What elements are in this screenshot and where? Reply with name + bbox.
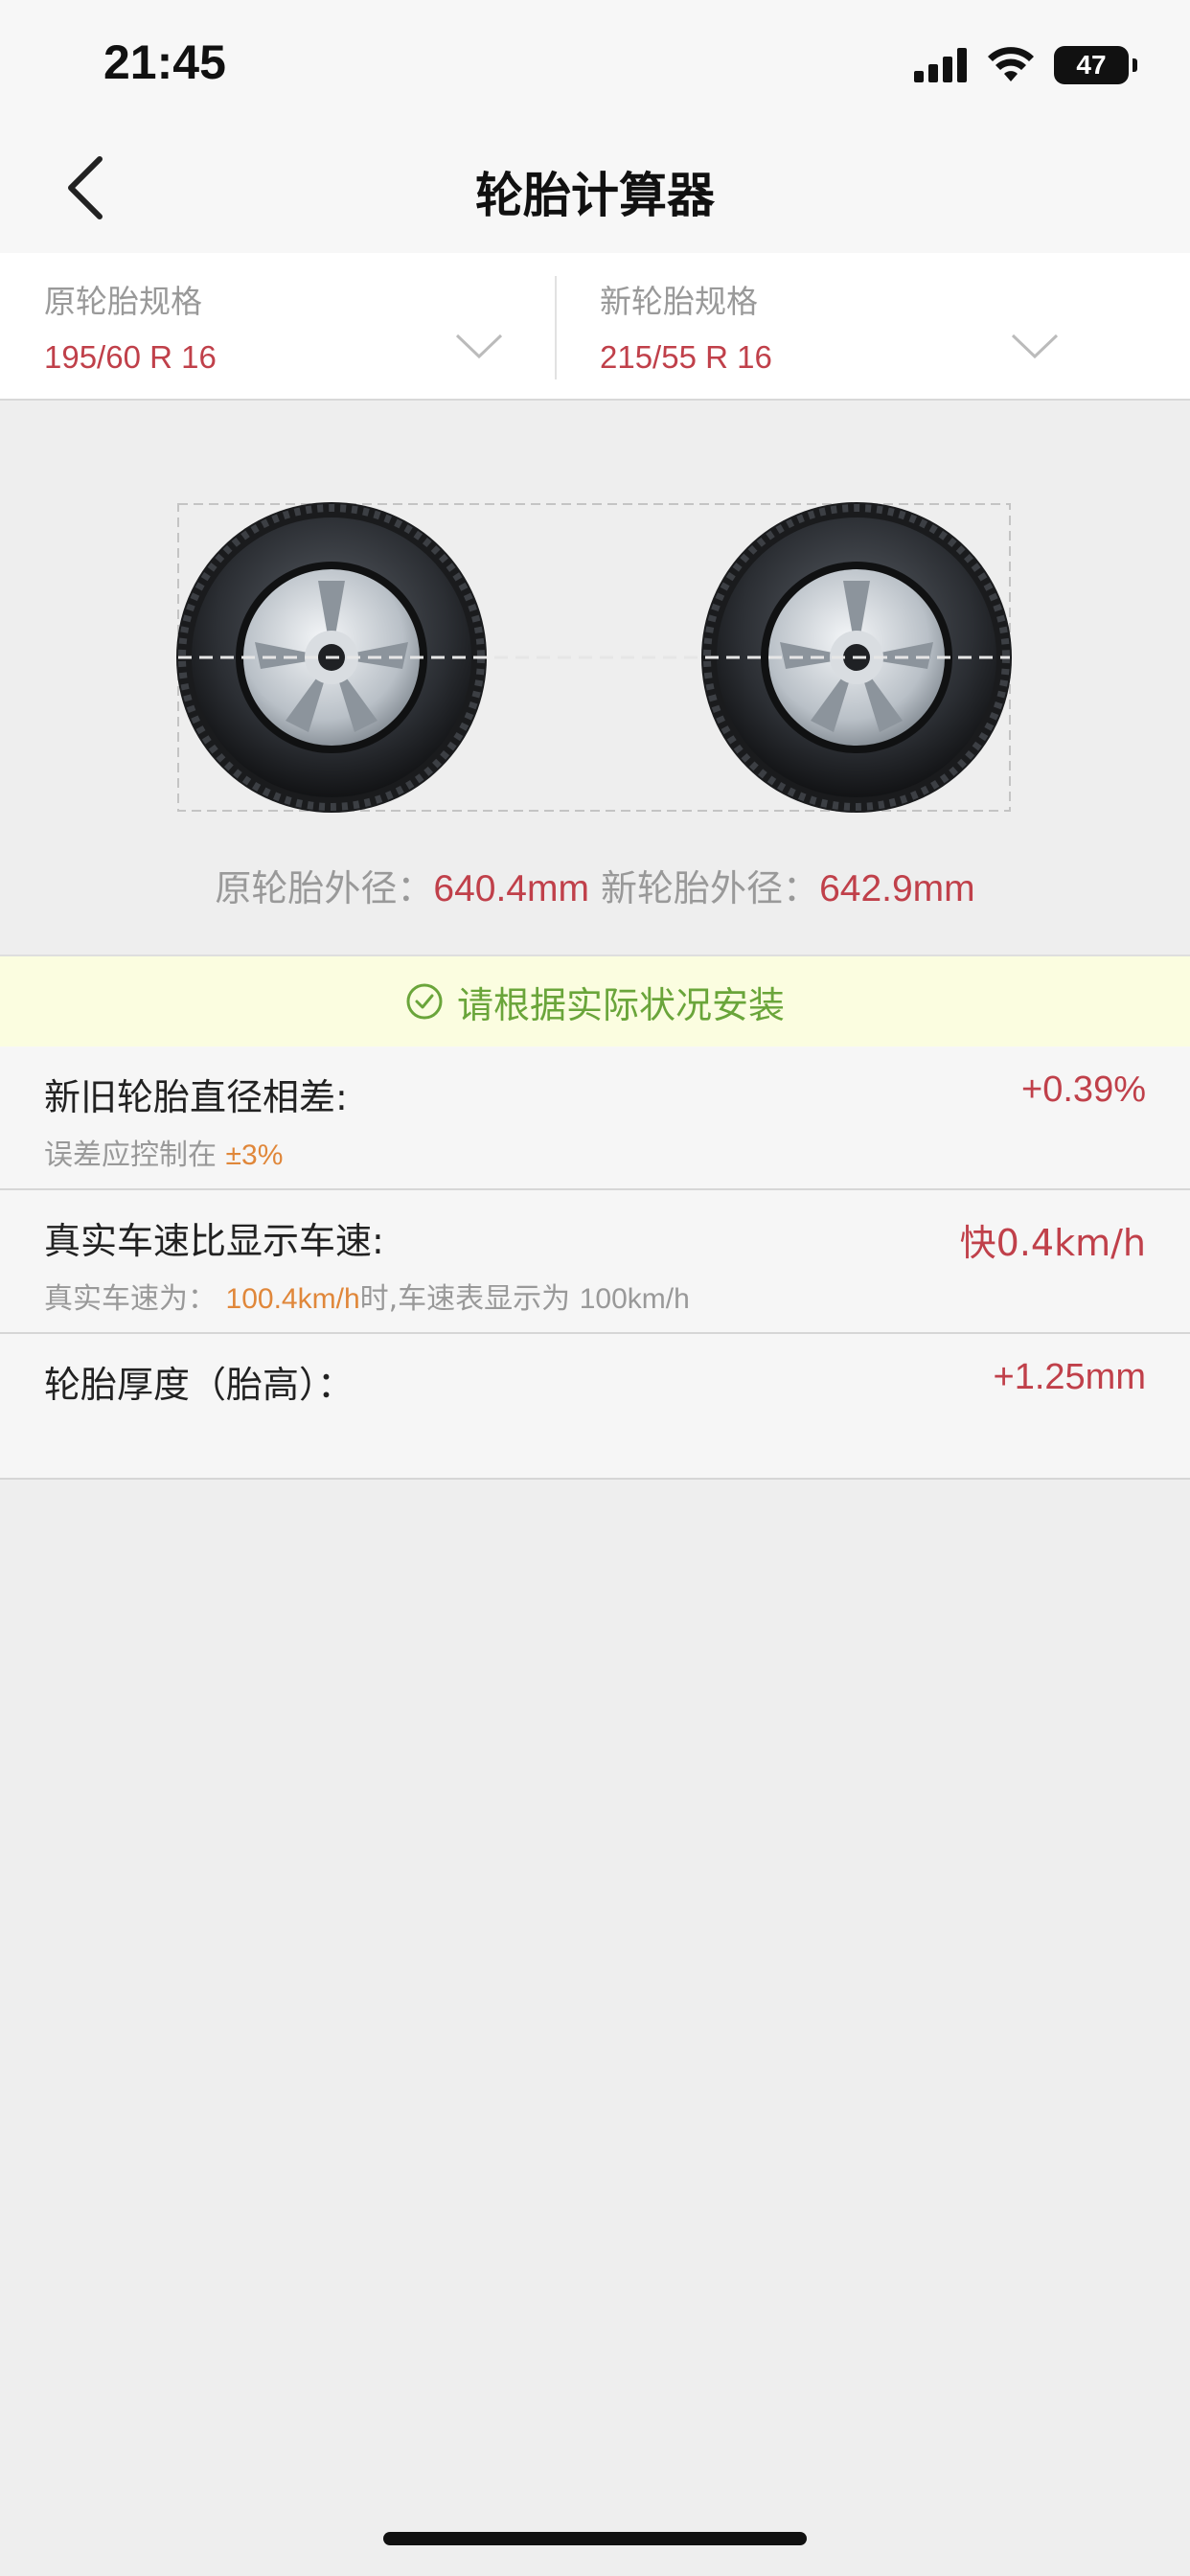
- original-spec-selector[interactable]: 原轮胎规格 195/60 R 16: [0, 253, 556, 401]
- tire-illustration: [176, 502, 1012, 813]
- diameter-diff-title: 新旧轮胎直径相差:: [44, 1076, 348, 1118]
- notice-text: 请根据实际状况安装: [456, 983, 785, 1026]
- original-spec-label: 原轮胎规格: [44, 283, 202, 320]
- install-notice: 请根据实际状况安装: [0, 954, 1190, 1046]
- diameter-diff-note-prefix: 误差应控制在: [44, 1138, 217, 1172]
- battery-icon: 47: [1054, 46, 1137, 84]
- thickness-value: +1.25mm: [993, 1357, 1146, 1397]
- diameter-diff-value: +0.39%: [1021, 1070, 1146, 1110]
- real-speed-value: 100.4km/h: [225, 1283, 360, 1315]
- diameter-diff-tolerance: ±3%: [225, 1139, 284, 1171]
- new-spec-value: 215/55 R 16: [600, 339, 772, 375]
- nav-bar: 轮胎计算器: [0, 123, 1190, 253]
- thickness-row: 轮胎厚度（胎高）： +1.25mm: [0, 1334, 1190, 1480]
- speed-note-prefix: 真实车速为：: [44, 1282, 217, 1316]
- signal-icon: [914, 48, 967, 82]
- diameter-diff-row: 新旧轮胎直径相差: +0.39% 误差应控制在 ±3%: [0, 1046, 1190, 1190]
- wifi-icon: [988, 47, 1034, 81]
- status-icons: 47: [914, 44, 1137, 86]
- status-bar: 21:45 47: [0, 0, 1190, 123]
- original-diameter-value: 640.4mm: [433, 868, 589, 909]
- tire-comparison: 原轮胎外径：640.4mm 新轮胎外径：642.9mm: [0, 402, 1190, 954]
- chevron-down-icon: [455, 334, 503, 359]
- speed-value: 快0.4km/h: [959, 1222, 1146, 1264]
- chevron-down-icon: [1011, 334, 1059, 359]
- spec-panel: 原轮胎规格 195/60 R 16 新轮胎规格 215/55 R 16: [0, 253, 1190, 401]
- thickness-title: 轮胎厚度（胎高）：: [44, 1364, 355, 1406]
- speed-row: 真实车速比显示车速: 快0.4km/h 真实车速为： 100.4km/h时,车速…: [0, 1190, 1190, 1334]
- diameter-diff-note: 误差应控制在 ±3%: [44, 1131, 283, 1173]
- page-title: 轮胎计算器: [475, 168, 715, 223]
- speed-title: 真实车速比显示车速:: [44, 1220, 384, 1262]
- original-spec-value: 195/60 R 16: [44, 339, 217, 375]
- speed-note: 真实车速为： 100.4km/h时,车速表显示为 100km/h: [44, 1275, 690, 1317]
- status-time: 21:45: [103, 35, 226, 89]
- display-speed-value: 100km/h: [579, 1283, 690, 1315]
- home-indicator: [383, 2532, 807, 2545]
- original-diameter-label: 原轮胎外径：: [215, 867, 434, 909]
- new-spec-selector[interactable]: 新轮胎规格 215/55 R 16: [556, 253, 1111, 401]
- new-diameter-value: 642.9mm: [819, 868, 975, 909]
- new-spec-label: 新轮胎规格: [600, 283, 758, 320]
- battery-level: 47: [1076, 50, 1107, 80]
- speed-note-mid: 时,车速表显示为: [359, 1282, 571, 1316]
- check-circle-icon: [406, 983, 443, 1020]
- diameter-comparison: 原轮胎外径：640.4mm 新轮胎外径：642.9mm: [0, 859, 1190, 911]
- new-diameter-label: 新轮胎外径：: [601, 867, 820, 909]
- results-list: 新旧轮胎直径相差: +0.39% 误差应控制在 ±3% 真实车速比显示车速: 快…: [0, 1046, 1190, 1480]
